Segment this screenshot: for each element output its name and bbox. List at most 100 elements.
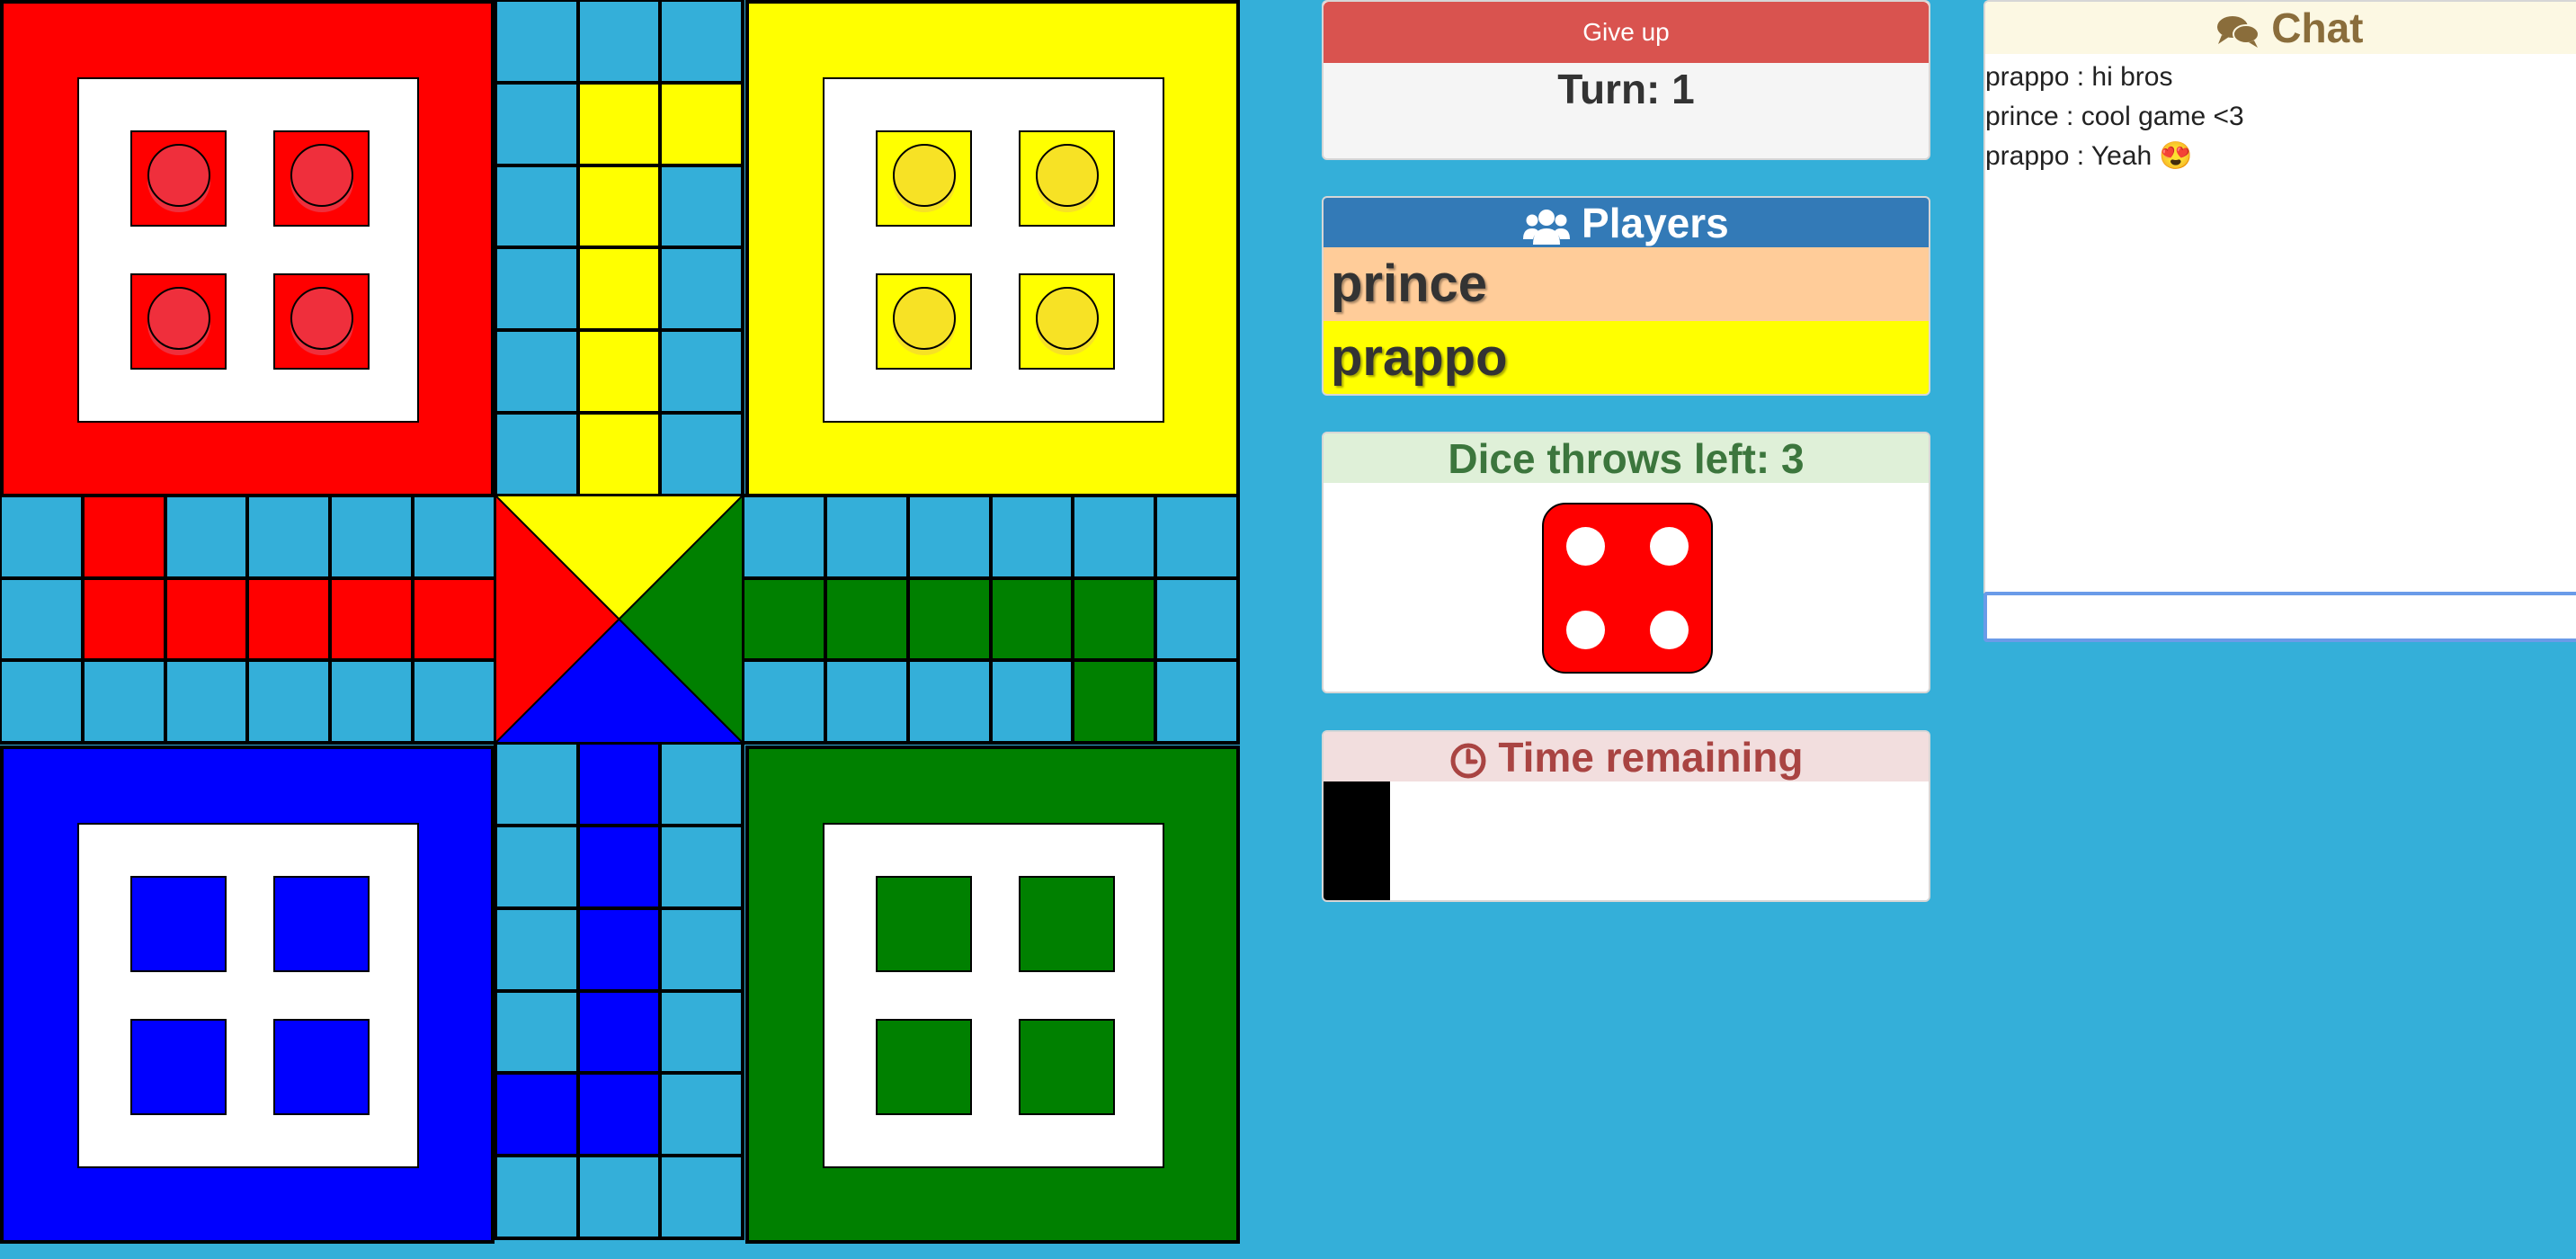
token-yellow[interactable] — [892, 286, 956, 355]
track-cell[interactable] — [906, 494, 993, 580]
track-cell-blue[interactable] — [576, 1071, 662, 1157]
track-cell[interactable] — [576, 1154, 662, 1240]
track-cell-green[interactable] — [824, 576, 910, 662]
track-cell[interactable] — [658, 328, 744, 415]
track-cell[interactable] — [494, 164, 580, 249]
base-slot-green[interactable] — [1019, 876, 1115, 972]
token-red[interactable] — [147, 286, 210, 355]
base-slot-yellow[interactable] — [876, 273, 972, 370]
track-cell[interactable] — [164, 658, 249, 745]
token-yellow[interactable] — [1035, 286, 1099, 355]
track-cell[interactable] — [824, 658, 910, 745]
base-slot-blue[interactable] — [273, 876, 370, 972]
token-yellow[interactable] — [1035, 143, 1099, 212]
base-slot-blue[interactable] — [130, 1019, 227, 1115]
track-cell-blue[interactable] — [576, 906, 662, 993]
track-cell[interactable] — [328, 494, 414, 580]
track-cell[interactable] — [411, 494, 497, 580]
track-cell[interactable] — [0, 576, 85, 662]
track-cell-red[interactable] — [328, 576, 414, 662]
give-up-button[interactable]: Give up — [1324, 2, 1929, 63]
track-cell[interactable] — [494, 989, 580, 1075]
track-cell[interactable] — [741, 494, 827, 580]
track-cell-blue[interactable] — [576, 989, 662, 1075]
track-cell[interactable] — [658, 1071, 744, 1157]
track-cell[interactable] — [494, 1154, 580, 1240]
track-cell[interactable] — [328, 658, 414, 745]
track-cell-yellow[interactable] — [576, 81, 662, 167]
base-slot-blue[interactable] — [273, 1019, 370, 1115]
track-cell-blue[interactable] — [576, 741, 662, 827]
track-cell[interactable] — [411, 658, 497, 745]
token-red[interactable] — [290, 143, 353, 212]
track-cell[interactable] — [576, 0, 662, 85]
track-cell[interactable] — [164, 494, 249, 580]
track-cell[interactable] — [1071, 494, 1157, 580]
track-cell[interactable] — [494, 81, 580, 167]
base-slot-red[interactable] — [273, 130, 370, 227]
track-cell[interactable] — [494, 824, 580, 910]
track-cell[interactable] — [658, 989, 744, 1075]
base-slot-yellow[interactable] — [1019, 273, 1115, 370]
base-slot-yellow[interactable] — [1019, 130, 1115, 227]
track-cell[interactable] — [658, 246, 744, 332]
track-cell[interactable] — [1154, 576, 1240, 662]
track-cell-yellow[interactable] — [576, 411, 662, 497]
base-slot-red[interactable] — [273, 273, 370, 370]
track-cell-red[interactable] — [164, 576, 249, 662]
track-cell-red[interactable] — [245, 576, 332, 662]
track-cell-red[interactable] — [81, 494, 167, 580]
track-cell[interactable] — [658, 906, 744, 993]
base-slot-yellow[interactable] — [876, 130, 972, 227]
track-cell[interactable] — [658, 411, 744, 497]
track-cell[interactable] — [245, 494, 332, 580]
track-cell[interactable] — [989, 658, 1074, 745]
track-cell[interactable] — [906, 658, 993, 745]
chat-input[interactable] — [1983, 592, 2576, 642]
track-cell-red[interactable] — [411, 576, 497, 662]
track-cell[interactable] — [245, 658, 332, 745]
base-slot-green[interactable] — [876, 876, 972, 972]
track-cell[interactable] — [494, 741, 580, 827]
track-cell-green[interactable] — [906, 576, 993, 662]
track-cell[interactable] — [0, 494, 85, 580]
track-cell-red[interactable] — [81, 576, 167, 662]
chat-title: Chat — [2271, 4, 2364, 51]
track-cell[interactable] — [989, 494, 1074, 580]
track-cell-green[interactable] — [1071, 658, 1157, 745]
base-slot-green[interactable] — [876, 1019, 972, 1115]
track-cell-blue[interactable] — [494, 1071, 580, 1157]
track-cell[interactable] — [658, 0, 744, 85]
track-cell[interactable] — [824, 494, 910, 580]
track-cell[interactable] — [658, 741, 744, 827]
track-cell-yellow[interactable] — [576, 164, 662, 249]
track-cell[interactable] — [494, 246, 580, 332]
track-cell[interactable] — [0, 658, 85, 745]
track-cell[interactable] — [81, 658, 167, 745]
track-cell[interactable] — [741, 658, 827, 745]
track-cell[interactable] — [494, 906, 580, 993]
token-red[interactable] — [147, 143, 210, 212]
track-cell[interactable] — [494, 0, 580, 85]
token-red[interactable] — [290, 286, 353, 355]
base-slot-green[interactable] — [1019, 1019, 1115, 1115]
dice[interactable] — [1542, 503, 1713, 674]
track-cell[interactable] — [494, 411, 580, 497]
track-cell-blue[interactable] — [576, 824, 662, 910]
base-slot-blue[interactable] — [130, 876, 227, 972]
track-cell[interactable] — [658, 1154, 744, 1240]
base-slot-red[interactable] — [130, 273, 227, 370]
track-cell[interactable] — [658, 164, 744, 249]
track-cell-yellow[interactable] — [576, 246, 662, 332]
track-cell-green[interactable] — [989, 576, 1074, 662]
track-cell[interactable] — [1154, 658, 1240, 745]
token-yellow[interactable] — [892, 143, 956, 212]
track-cell-yellow[interactable] — [576, 328, 662, 415]
track-cell-yellow[interactable] — [658, 81, 744, 167]
base-slot-red[interactable] — [130, 130, 227, 227]
track-cell-green[interactable] — [741, 576, 827, 662]
track-cell-green[interactable] — [1071, 576, 1157, 662]
track-cell[interactable] — [658, 824, 744, 910]
track-cell[interactable] — [1154, 494, 1240, 580]
track-cell[interactable] — [494, 328, 580, 415]
